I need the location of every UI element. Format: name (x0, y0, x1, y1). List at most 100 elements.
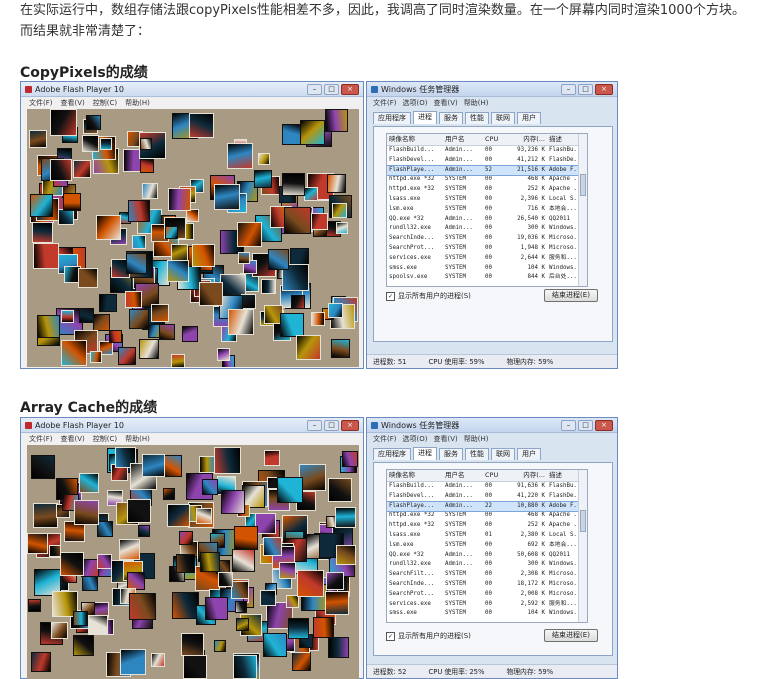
render-tile (93, 314, 110, 331)
table-row[interactable]: FlashDevel... Admin... 00 41,212 K FlashDe..… (387, 156, 587, 166)
render-tile (328, 303, 343, 318)
tab-applications[interactable]: 应用程序 (373, 448, 411, 460)
end-process-button[interactable]: 结束进程(E) (544, 289, 598, 302)
table-row[interactable]: httpd.exe *32 SYSTEM 00 468 K Apache ... (387, 511, 587, 521)
column-header-cpu[interactable]: CPU (485, 470, 503, 481)
menu-control[interactable]: 控制(C) (93, 434, 117, 444)
menu-help[interactable]: 帮助(H) (125, 434, 150, 444)
menu-view[interactable]: 查看(V) (433, 434, 457, 444)
maximize-icon[interactable]: □ (578, 83, 593, 95)
column-header-memory[interactable]: 内存(... (503, 470, 549, 481)
maximize-icon[interactable]: □ (324, 83, 339, 95)
tab-performance[interactable]: 性能 (465, 448, 489, 460)
table-row[interactable]: QQ.exe *32 Admin... 00 26,540 K QQ2011 (387, 215, 587, 225)
table-row[interactable]: spoolsv.exe SYSTEM 00 844 K 后台处... (387, 273, 587, 283)
maximize-icon[interactable]: □ (578, 419, 593, 431)
tab-networking[interactable]: 联网 (491, 448, 515, 460)
table-cell: SYSTEM (445, 571, 466, 578)
menu-view[interactable]: 查看(V) (61, 434, 85, 444)
menu-control[interactable]: 控制(C) (93, 98, 117, 108)
menu-view[interactable]: 查看(V) (433, 98, 457, 108)
tab-users[interactable]: 用户 (517, 448, 541, 460)
render-tile (128, 200, 150, 222)
table-scrollbar[interactable] (578, 470, 587, 622)
show-all-users-checkbox[interactable]: ✓ 显示所有用户的进程(S) (386, 631, 471, 641)
minimize-icon[interactable]: – (561, 419, 576, 431)
menu-help[interactable]: 帮助(H) (464, 434, 489, 444)
close-icon[interactable]: × (341, 419, 359, 431)
table-row[interactable]: QQ.exe *32 Admin... 00 50,608 K QQ2011 (387, 551, 587, 561)
minimize-icon[interactable]: – (561, 83, 576, 95)
table-row[interactable]: FlashPlaye... Admin... 52 21,516 K Adobe F..… (387, 164, 587, 177)
menu-help[interactable]: 帮助(H) (464, 98, 489, 108)
render-tile (32, 222, 53, 243)
tab-services[interactable]: 服务 (439, 112, 463, 124)
table-row[interactable]: FlashPlaye... Admin... 22 10,880 K Adobe F..… (387, 500, 587, 513)
table-row[interactable]: lsm.exe SYSTEM 00 716 K 本地会... (387, 205, 587, 215)
tab-performance[interactable]: 性能 (465, 112, 489, 124)
table-row[interactable]: SearchInde... SYSTEM 00 18,172 K Microso... (387, 580, 587, 590)
menu-options[interactable]: 选项(O) (403, 434, 428, 444)
column-header-user[interactable]: 用户名 (445, 470, 485, 481)
tab-services[interactable]: 服务 (439, 448, 463, 460)
table-row[interactable]: services.exe SYSTEM 00 2,644 K 服务和... (387, 254, 587, 264)
tab-processes[interactable]: 进程 (413, 111, 437, 124)
table-row[interactable]: FlashBuild... Admin... 00 93,236 K FlashBu..… (387, 146, 587, 156)
column-header-cpu[interactable]: CPU (485, 134, 503, 145)
table-row[interactable]: SearchProt... SYSTEM 00 1,948 K Microso... (387, 244, 587, 254)
table-row[interactable]: rundll32.exe Admin... 00 300 K Windows... (387, 224, 587, 234)
table-row[interactable]: lsm.exe SYSTEM 00 692 K 本地会... (387, 541, 587, 551)
tab-networking[interactable]: 联网 (491, 112, 515, 124)
table-row[interactable]: rundll32.exe Admin... 00 300 K Windows... (387, 560, 587, 570)
scrollbar-thumb[interactable] (580, 174, 586, 196)
table-row[interactable]: httpd.exe *32 SYSTEM 00 468 K Apache ... (387, 175, 587, 185)
checkbox-checked-icon[interactable]: ✓ (386, 291, 395, 301)
table-row[interactable]: smss.exe SYSTEM 00 104 K Windows... (387, 609, 587, 619)
menu-file[interactable]: 文件(F) (373, 98, 397, 108)
menu-file[interactable]: 文件(F) (29, 98, 53, 108)
table-row[interactable]: SearchInde... SYSTEM 00 19,036 K Microso... (387, 234, 587, 244)
table-row[interactable]: httpd.exe *32 SYSTEM 00 252 K Apache ... (387, 521, 587, 531)
render-tile (182, 326, 198, 342)
render-tile (172, 592, 199, 619)
menu-options[interactable]: 选项(O) (403, 98, 428, 108)
table-row[interactable]: httpd.exe *32 SYSTEM 00 252 K Apache ... (387, 185, 587, 195)
table-scrollbar[interactable] (578, 134, 587, 286)
table-cell: 2,380 K (520, 531, 545, 538)
minimize-icon[interactable]: – (307, 83, 322, 95)
close-icon[interactable]: × (595, 83, 613, 95)
table-row[interactable]: FlashDevel... Admin... 00 41,220 K FlashDe..… (387, 492, 587, 502)
table-row[interactable]: SearchProt... SYSTEM 00 2,008 K Microso... (387, 590, 587, 600)
table-cell: services.exe (389, 600, 431, 607)
menu-view[interactable]: 查看(V) (61, 98, 85, 108)
menu-file[interactable]: 文件(F) (29, 434, 53, 444)
show-all-users-checkbox[interactable]: ✓ 显示所有用户的进程(S) (386, 291, 471, 301)
menu-file[interactable]: 文件(F) (373, 434, 397, 444)
tab-applications[interactable]: 应用程序 (373, 112, 411, 124)
column-header-memory[interactable]: 内存(... (503, 134, 549, 145)
table-row[interactable]: lsass.exe SYSTEM 00 2,396 K Local S... (387, 195, 587, 205)
close-icon[interactable]: × (595, 419, 613, 431)
column-header-image[interactable]: 映像名称 (387, 470, 445, 481)
column-header-user[interactable]: 用户名 (445, 134, 485, 145)
menu-help[interactable]: 帮助(H) (125, 98, 150, 108)
table-row[interactable]: SearchFilt... SYSTEM 00 2,308 K Microso... (387, 570, 587, 580)
render-tile (82, 575, 98, 591)
table-cell: 00 (485, 522, 492, 529)
table-row[interactable]: lsass.exe SYSTEM 01 2,380 K Local S... (387, 531, 587, 541)
scrollbar-thumb[interactable] (580, 510, 586, 532)
checkbox-checked-icon[interactable]: ✓ (386, 631, 395, 641)
table-row[interactable]: smss.exe SYSTEM 00 104 K Windows... (387, 264, 587, 274)
table-row[interactable]: FlashBuild... Admin... 00 91,636 K FlashBu..… (387, 482, 587, 492)
render-tile (235, 601, 247, 613)
close-icon[interactable]: × (341, 83, 359, 95)
minimize-icon[interactable]: – (307, 419, 322, 431)
maximize-icon[interactable]: □ (324, 419, 339, 431)
render-tile (97, 521, 113, 537)
tab-users[interactable]: 用户 (517, 112, 541, 124)
end-process-button[interactable]: 结束进程(E) (544, 629, 598, 642)
table-cell: SYSTEM (445, 274, 466, 281)
table-row[interactable]: services.exe SYSTEM 00 2,592 K 服务和... (387, 600, 587, 610)
tab-processes[interactable]: 进程 (413, 447, 437, 460)
column-header-image[interactable]: 映像名称 (387, 134, 445, 145)
